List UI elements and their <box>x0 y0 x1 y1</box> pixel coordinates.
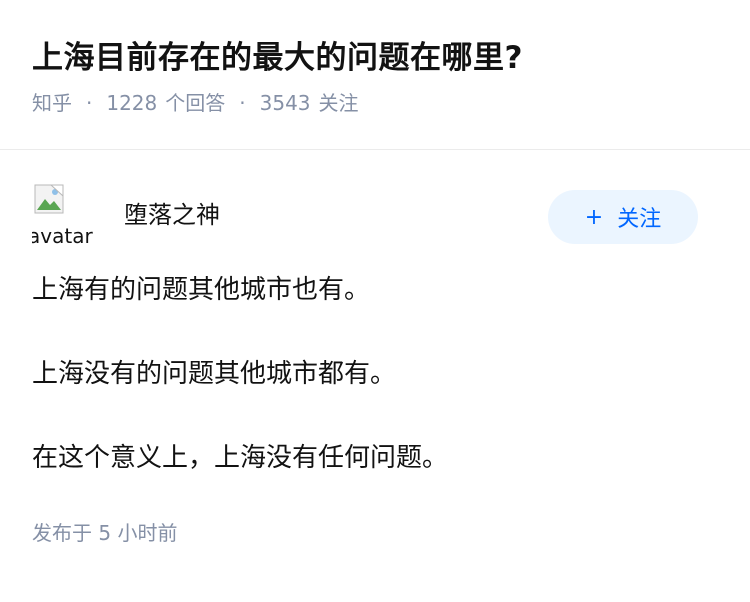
meta-separator: · <box>239 91 246 115</box>
question-title[interactable]: 上海目前存在的最大的问题在哪里? <box>32 36 718 80</box>
answer-count-label: 个回答 <box>165 91 226 115</box>
answer-paragraph: 在这个意义上，上海没有任何问题。 <box>32 443 449 473</box>
answer-card: avatar 堕落之神 + 关注 上海有的问题其他城市也有。 上海没有的问题其他… <box>0 150 750 548</box>
avatar[interactable]: avatar <box>32 184 100 252</box>
answer-content: 上海有的问题其他城市也有。 上海没有的问题其他城市都有。 在这个意义上，上海没有… <box>32 270 718 478</box>
answer-count: 1228 <box>106 91 158 115</box>
avatar-alt-text: avatar <box>32 224 93 248</box>
follower-count: 3543 <box>259 91 311 115</box>
question-header: 上海目前存在的最大的问题在哪里? 知乎 · 1228 个回答 · 3543 关注 <box>0 0 750 150</box>
meta-separator: · <box>86 91 93 115</box>
answer-paragraph: 上海有的问题其他城市也有。 <box>32 275 371 305</box>
follow-button[interactable]: + 关注 <box>548 190 698 244</box>
broken-image-icon <box>34 184 64 214</box>
page: 上海目前存在的最大的问题在哪里? 知乎 · 1228 个回答 · 3543 关注… <box>0 0 750 602</box>
source-label[interactable]: 知乎 <box>32 88 72 118</box>
publish-time: 发布于 5 小时前 <box>32 521 178 545</box>
author-row: avatar 堕落之神 + 关注 <box>32 184 718 256</box>
plus-icon: + <box>584 204 604 230</box>
follower-count-label: 关注 <box>318 91 359 115</box>
follow-button-label: 关注 <box>617 207 662 232</box>
answer-paragraph: 上海没有的问题其他城市都有。 <box>32 359 397 389</box>
question-meta: 知乎 · 1228 个回答 · 3543 关注 <box>32 88 718 118</box>
author-name[interactable]: 堕落之神 <box>124 198 220 232</box>
